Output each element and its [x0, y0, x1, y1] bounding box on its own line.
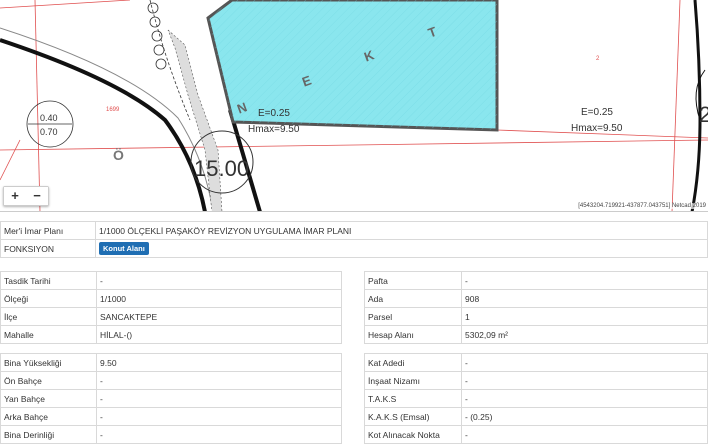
row-label: Ada: [364, 289, 462, 308]
row-value: -: [96, 371, 342, 390]
table-row: Bina Yüksekliği 9.50: [0, 353, 342, 372]
map-label-parcel-e: E=0.25: [258, 108, 290, 119]
row-label: Bina Yüksekliği: [0, 353, 97, 372]
row-label: Hesap Alanı: [364, 325, 462, 344]
row-label: İlçe: [0, 307, 97, 326]
plan-info-table: Mer'i İmar Planı 1/1000 ÖLÇEKLİ PAŞAKÖY …: [0, 221, 708, 258]
row-value: -: [96, 389, 342, 408]
building-table: Bina Yüksekliği 9.50 Ön Bahçe - Yan Bahçe -…: [0, 353, 342, 444]
function-cell: Konut Alanı: [95, 239, 708, 258]
table-row: K.A.K.S (Emsal) - (0.25): [364, 407, 708, 426]
row-label: Ön Bahçe: [0, 371, 97, 390]
map-label-o: Ö: [113, 147, 124, 163]
table-row: Ön Bahçe -: [0, 371, 342, 390]
table-row: İlçe SANCAKTEPE: [0, 307, 342, 326]
row-value: -: [461, 425, 708, 444]
map-label-parcel-h: Hmax=9.50: [248, 124, 300, 135]
row-value: SANCAKTEPE: [96, 307, 342, 326]
table-row: Arka Bahçe -: [0, 407, 342, 426]
table-row: Bina Derinliği -: [0, 425, 342, 444]
row-label: Arka Bahçe: [0, 407, 97, 426]
row-value: HİLAL-(): [96, 325, 342, 344]
row-value: 908: [461, 289, 708, 308]
plan-label: Mer'i İmar Planı: [0, 221, 96, 240]
plan-value: 1/1000 ÖLÇEKLİ PAŞAKÖY REVİZYON UYGULAMA…: [95, 221, 708, 240]
map-label-road-width: 15.00: [194, 156, 249, 181]
table-row: Tasdik Tarihi -: [0, 271, 342, 290]
parcel-table: Pafta - Ada 908 Parsel 1 Hesap Alanı 5302,09…: [364, 271, 708, 344]
row-label: Kat Adedi: [364, 353, 462, 372]
row-value: -: [461, 353, 708, 372]
row-value: -: [461, 371, 708, 390]
tree-markers: [147, 2, 167, 70]
map-label-block: 1699: [106, 107, 120, 113]
table-row: Ada 908: [364, 289, 708, 308]
row-label: Bina Derinliği: [0, 425, 97, 444]
row-label: Parsel: [364, 307, 462, 326]
row-label: Mahalle: [0, 325, 97, 344]
row-label: Tasdik Tarihi: [0, 271, 97, 290]
row-label: Yan Bahçe: [0, 389, 97, 408]
map-view[interactable]: 0.40 0.70 1699 Ö 15.00 N E K T E=0.25 Hm…: [0, 0, 708, 212]
map-canvas[interactable]: 0.40 0.70 1699 Ö 15.00 N E K T E=0.25 Hm…: [0, 0, 708, 212]
row-label: İnşaat Nizamı: [364, 371, 462, 390]
row-value: -: [96, 271, 342, 290]
zoom-out-button[interactable]: −: [26, 187, 48, 205]
row-value: 9.50: [96, 353, 342, 372]
map-coordinates: [4543204.719921-437877.043751] Netcad 20…: [578, 203, 706, 209]
row-value: -: [96, 425, 342, 444]
map-label-right-h: Hmax=9.50: [571, 123, 623, 134]
table-row: İnşaat Nizamı -: [364, 371, 708, 390]
map-label-circle-bottom: 0.70: [40, 127, 58, 137]
location-table: Tasdik Tarihi - Ölçeği 1/1000 İlçe SANCAKTE…: [0, 271, 342, 344]
row-value: -: [96, 407, 342, 426]
row-value: - (0.25): [461, 407, 708, 426]
table-row: Parsel 1: [364, 307, 708, 326]
row-label: T.A.K.S: [364, 389, 462, 408]
map-label-circle-top: 0.40: [40, 113, 58, 123]
table-row: Yan Bahçe -: [0, 389, 342, 408]
row-value: 1/1000: [96, 289, 342, 308]
map-label-small-2: 2: [596, 56, 600, 62]
row-label: Pafta: [364, 271, 462, 290]
row-value: -: [461, 271, 708, 290]
table-row: FONKSIYON Konut Alanı: [0, 239, 708, 258]
function-label: FONKSIYON: [0, 239, 96, 258]
table-row: Pafta -: [364, 271, 708, 290]
row-value: -: [461, 389, 708, 408]
table-row: Hesap Alanı 5302,09 m²: [364, 325, 708, 344]
map-label-right-e: E=0.25: [581, 107, 613, 118]
table-row: Ölçeği 1/1000: [0, 289, 342, 308]
function-badge[interactable]: Konut Alanı: [99, 242, 149, 255]
table-row: Mahalle HİLAL-(): [0, 325, 342, 344]
table-row: Kot Alınacak Nokta -: [364, 425, 708, 444]
zoom-control: + −: [3, 186, 49, 206]
construction-table: Kat Adedi - İnşaat Nizamı - T.A.K.S - K.A.K…: [364, 353, 708, 444]
map-label-edge-2: 2: [699, 102, 708, 127]
table-row: T.A.K.S -: [364, 389, 708, 408]
row-label: Kot Alınacak Nokta: [364, 425, 462, 444]
row-label: K.A.K.S (Emsal): [364, 407, 462, 426]
row-label: Ölçeği: [0, 289, 97, 308]
row-value: 5302,09 m²: [461, 325, 708, 344]
zoom-in-button[interactable]: +: [4, 187, 26, 205]
table-row: Kat Adedi -: [364, 353, 708, 372]
table-row: Mer'i İmar Planı 1/1000 ÖLÇEKLİ PAŞAKÖY …: [0, 221, 708, 240]
row-value: 1: [461, 307, 708, 326]
